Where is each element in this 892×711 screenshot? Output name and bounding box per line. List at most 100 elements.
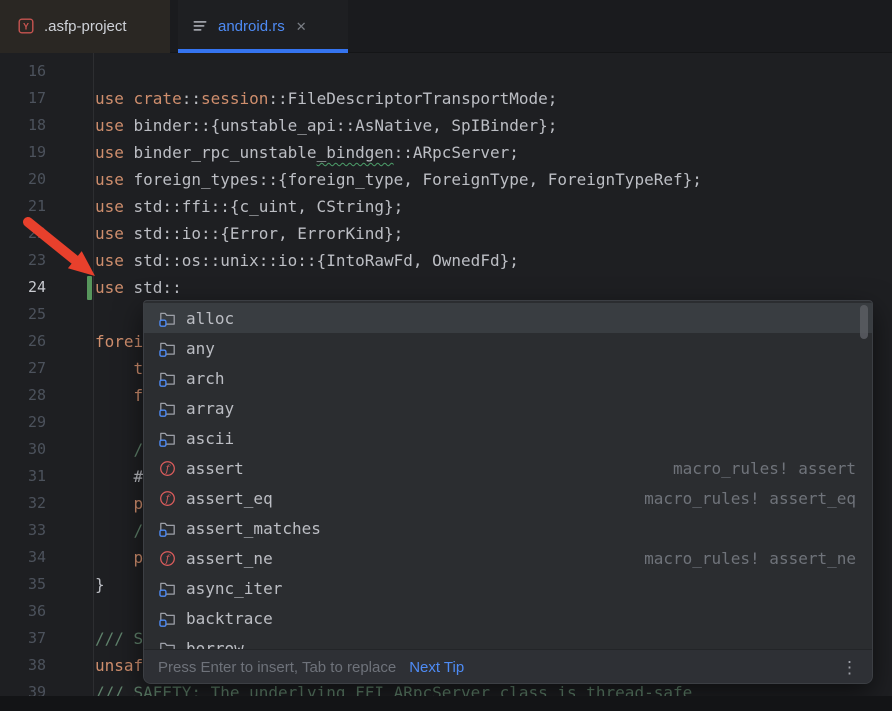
module-icon: [159, 640, 176, 650]
code-editor[interactable]: 16 17 use crate::session::FileDescriptor…: [0, 53, 892, 711]
code-segment: use: [95, 224, 134, 243]
line-text: use std::os::unix::io::{IntoRawFd, Owned…: [95, 247, 519, 274]
more-options-icon[interactable]: ⋮: [841, 658, 858, 678]
code-line: 19 use binder_rpc_unstable_bindgen::ARpc…: [0, 139, 892, 166]
yaml-file-icon: Y: [18, 18, 35, 35]
completion-label: assert: [186, 459, 244, 478]
line-text: /: [95, 436, 143, 463]
next-tip-link[interactable]: Next Tip: [409, 659, 464, 676]
code-segment: use: [95, 251, 134, 270]
code-line: 16: [0, 58, 892, 85]
module-icon: [159, 610, 176, 627]
line-text: #: [95, 463, 143, 490]
code-segment: [95, 386, 134, 405]
code-segment: [95, 494, 134, 513]
code-segment: [95, 548, 134, 567]
completion-item[interactable]: f array: [144, 393, 872, 423]
code-segment: ::: [182, 89, 201, 108]
code-segment: use: [95, 197, 134, 216]
module-icon: [159, 370, 176, 387]
line-number: 38: [0, 652, 46, 679]
line-text: p: [95, 490, 143, 517]
code-segment: std::io::{Error, ErrorKind};: [134, 224, 404, 243]
completion-item[interactable]: f any: [144, 333, 872, 363]
line-number: 16: [0, 58, 46, 85]
code-segment: f: [134, 386, 144, 405]
line-number: 34: [0, 544, 46, 571]
module-icon: [159, 310, 176, 327]
line-text: use std::ffi::{c_uint, CString};: [95, 193, 403, 220]
line-number: 28: [0, 382, 46, 409]
line-text: use binder::{unstable_api::AsNative, SpI…: [95, 112, 557, 139]
line-number: 29: [0, 409, 46, 436]
code-segment: t: [134, 359, 144, 378]
macro-icon: f: [159, 550, 176, 567]
code-segment: }: [95, 575, 105, 594]
completion-item[interactable]: f ascii: [144, 423, 872, 453]
footer-hint-text: Press Enter to insert, Tab to replace: [158, 659, 396, 676]
completion-item[interactable]: f borrow: [144, 633, 872, 649]
line-number: 19: [0, 139, 46, 166]
code-line: 22 use std::io::{Error, ErrorKind};: [0, 220, 892, 247]
code-line: 21 use std::ffi::{c_uint, CString};: [0, 193, 892, 220]
code-segment: p: [134, 494, 144, 513]
completion-label: alloc: [186, 309, 234, 328]
code-line: 23 use std::os::unix::io::{IntoRawFd, Ow…: [0, 247, 892, 274]
code-segment: crate: [134, 89, 182, 108]
completion-footer: Press Enter to insert, Tab to replace Ne…: [144, 649, 872, 684]
line-text: unsaf: [95, 652, 143, 679]
code-segment: std::: [134, 278, 182, 297]
code-line: 20 use foreign_types::{foreign_type, For…: [0, 166, 892, 193]
code-segment: binder::{unstable_api::AsNative, SpIBind…: [134, 116, 558, 135]
completion-item[interactable]: f async_iter: [144, 573, 872, 603]
code-segment: std::ffi::{c_uint, CString};: [134, 197, 404, 216]
completion-item[interactable]: f backtrace: [144, 603, 872, 633]
completion-label: assert_ne: [186, 549, 273, 568]
code-segment: /// S: [95, 629, 143, 648]
code-segment: /: [95, 440, 143, 459]
line-text: t: [95, 355, 143, 382]
svg-text:Y: Y: [23, 21, 29, 31]
completion-item[interactable]: f assert_eq macro_rules! assert_eq: [144, 483, 872, 513]
completion-label: backtrace: [186, 609, 273, 628]
tab-android-rs[interactable]: android.rs ✕: [178, 0, 348, 53]
line-number: 24: [0, 274, 46, 301]
completion-item[interactable]: f assert_matches: [144, 513, 872, 543]
line-number: 23: [0, 247, 46, 274]
code-segment: use: [95, 170, 134, 189]
line-number: 18: [0, 112, 46, 139]
completion-item[interactable]: f arch: [144, 363, 872, 393]
code-segment: forei: [95, 332, 143, 351]
tab-close-icon[interactable]: ✕: [296, 20, 307, 33]
line-number: 35: [0, 571, 46, 598]
line-text: forei: [95, 328, 143, 355]
rust-file-icon: [192, 18, 209, 35]
line-number: 21: [0, 193, 46, 220]
line-text: use binder_rpc_unstable_bindgen::ARpcSer…: [95, 139, 519, 166]
completion-item[interactable]: f assert macro_rules! assert: [144, 453, 872, 483]
line-text: p: [95, 544, 143, 571]
line-text: f: [95, 382, 143, 409]
completion-label: array: [186, 399, 234, 418]
code-segment: binder_rpc_unstable: [134, 143, 317, 162]
code-segment: #: [95, 467, 143, 486]
code-segment: unsaf: [95, 656, 143, 675]
line-number: 30: [0, 436, 46, 463]
popup-scrollbar-thumb[interactable]: [860, 305, 868, 339]
line-number: 37: [0, 625, 46, 652]
completion-item[interactable]: f alloc: [144, 303, 872, 333]
module-icon: [159, 430, 176, 447]
code-segment: ::ARpcServer;: [394, 143, 519, 162]
completion-label: any: [186, 339, 215, 358]
module-icon: [159, 580, 176, 597]
code-segment: _bindgen: [317, 143, 394, 162]
svg-text:f: f: [165, 463, 172, 474]
vcs-change-marker: [87, 276, 92, 300]
macro-icon: f: [159, 460, 176, 477]
completion-item[interactable]: f assert_ne macro_rules! assert_ne: [144, 543, 872, 573]
code-segment: use: [95, 116, 134, 135]
window-bottom-edge: [0, 696, 892, 711]
svg-text:f: f: [165, 493, 172, 504]
line-number: 33: [0, 517, 46, 544]
tab-asfp-project[interactable]: Y .asfp-project: [0, 0, 170, 53]
